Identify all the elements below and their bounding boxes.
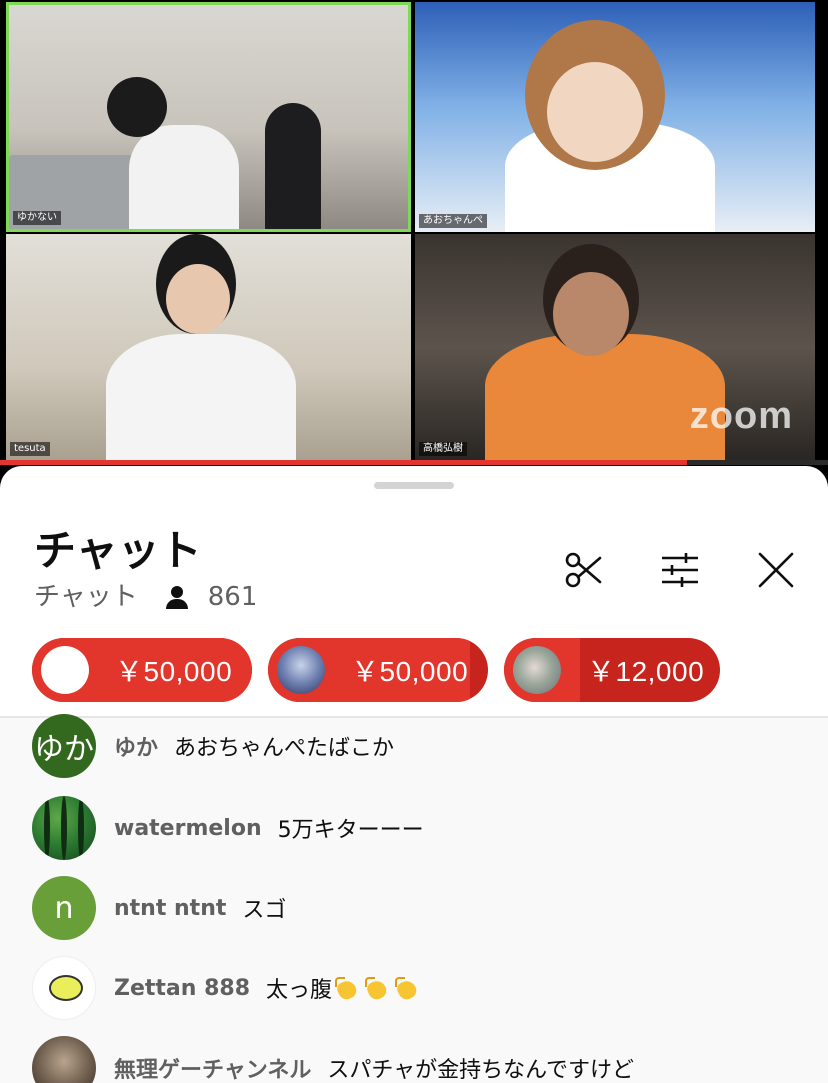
person [129, 125, 239, 229]
chat-message: ゆか ゆか あおちゃんぺたばこか [32, 714, 394, 778]
avatar [41, 646, 89, 694]
avatar[interactable]: ゆか [32, 714, 96, 778]
chat-text: あおちゃんぺたばこか [174, 736, 395, 761]
chat-author[interactable]: ゆか [114, 730, 158, 762]
avatar[interactable] [32, 956, 96, 1020]
avatar[interactable] [32, 1036, 96, 1083]
scissors-icon[interactable] [560, 546, 608, 594]
chat-text: 太っ腹 [266, 972, 422, 1004]
participant-tile-tesuta: tesuta [6, 234, 411, 460]
chat-text: スゴ [242, 898, 287, 923]
super-chat-amount: ￥50,000 [115, 656, 233, 687]
avatar[interactable] [32, 796, 96, 860]
chat-message-list[interactable]: ゆか ゆか あおちゃんぺたばこか watermelon 5万キターーー n nt… [0, 714, 828, 1083]
chat-text: 5万キターーー [277, 818, 424, 843]
chat-subtitle: チャット 861 [34, 580, 257, 614]
chat-message: 無理ゲーチャンネル スパチャが金持ちなんですけど [32, 1036, 634, 1083]
chat-message: watermelon 5万キターーー [32, 796, 424, 860]
zoom-watermark: zoom [689, 395, 793, 437]
participant-tile-takahashi: zoom 高橋弘樹 [415, 234, 815, 460]
super-chat-ticker[interactable]: ￥12,000 [504, 638, 720, 702]
super-chat-ticker-bar: ￥50,000 ￥50,000 ￥12,000 [32, 638, 720, 702]
person-face [166, 264, 230, 334]
microphone [265, 103, 321, 229]
chat-message: Zettan 888 太っ腹 [32, 956, 422, 1020]
chat-text: スパチャが金持ちなんですけど [327, 1058, 635, 1083]
chat-author[interactable]: 無理ゲーチャンネル [114, 1052, 311, 1083]
person-icon [164, 584, 190, 610]
video-progress-bar[interactable] [0, 460, 828, 465]
chat-title: チャット [34, 526, 202, 575]
clapping-hands-emoji [394, 977, 422, 1001]
video-progress-fill [0, 460, 688, 465]
chat-author[interactable]: Zettan 888 [114, 976, 250, 1001]
drag-handle[interactable] [374, 482, 454, 489]
chat-mode-label[interactable]: チャット [34, 580, 138, 614]
tune-icon[interactable] [656, 546, 704, 594]
close-icon[interactable] [752, 546, 800, 594]
chat-message: n ntnt ntnt スゴ [32, 876, 286, 940]
clapping-hands-emoji [334, 977, 362, 1001]
person-head [107, 77, 167, 137]
participant-name: あおちゃんぺ [419, 214, 487, 228]
participant-name: ゆかない [13, 211, 61, 225]
super-chat-amount: ￥50,000 [351, 656, 469, 687]
clapping-hands-emoji [364, 977, 392, 1001]
super-chat-ticker[interactable]: ￥50,000 [32, 638, 252, 702]
participant-name: 高橋弘樹 [419, 442, 467, 456]
super-chat-ticker[interactable]: ￥50,000 [268, 638, 488, 702]
video-player[interactable]: ゆかない あおちゃんぺ tesuta zoom 高橋弘樹 [0, 0, 828, 462]
person-face [553, 272, 629, 356]
avatar[interactable]: n [32, 876, 96, 940]
viewer-count: 861 [207, 582, 258, 612]
participant-tile-aochanpe: あおちゃんぺ [415, 2, 815, 232]
live-chat-panel: チャット チャット 861 ￥50,000 ￥50,000 ￥12,000 ゆか… [0, 466, 828, 1083]
participant-name: tesuta [10, 442, 50, 456]
chat-author[interactable]: ntnt ntnt [114, 896, 226, 921]
person [106, 334, 296, 460]
chat-author[interactable]: watermelon [114, 816, 262, 841]
person-face [547, 62, 643, 162]
avatar [513, 646, 561, 694]
participant-tile-yukanai: ゆかない [6, 2, 411, 232]
super-chat-amount: ￥12,000 [587, 656, 705, 687]
avatar [277, 646, 325, 694]
